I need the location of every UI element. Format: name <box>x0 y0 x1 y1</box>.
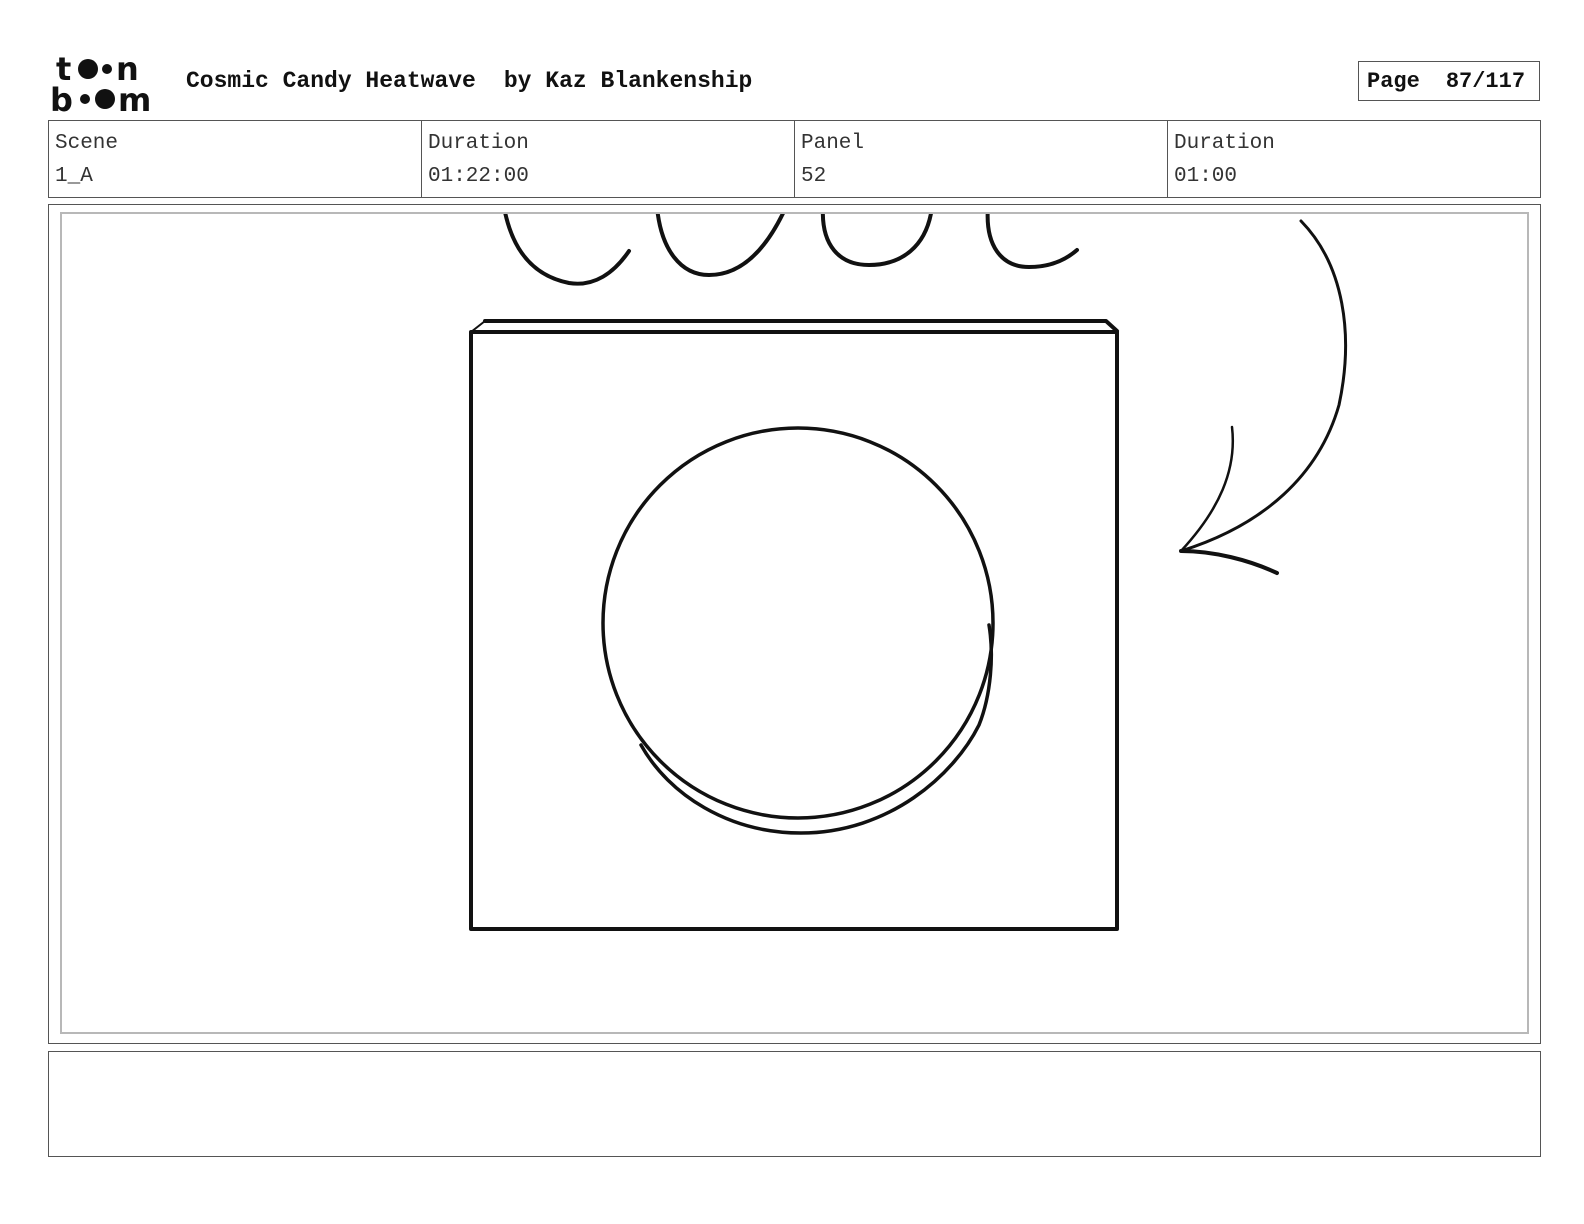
panel-cell: Panel 52 <box>794 121 1167 197</box>
sketch-finger-3 <box>820 214 933 267</box>
panel-sketch <box>469 214 1348 931</box>
panel-duration-value: 01:00 <box>1174 165 1238 188</box>
page-indicator: Page 87/117 <box>1358 61 1540 101</box>
sketch-box <box>469 330 1119 931</box>
scene-value: 1_A <box>55 165 93 188</box>
scene-label: Scene <box>55 132 119 155</box>
document-title: Cosmic Candy Heatwave by Kaz Blankenship <box>186 66 752 96</box>
scene-duration-cell: Duration 01:22:00 <box>421 121 794 197</box>
toonboom-logo: t n b m <box>50 50 151 114</box>
author-name: by Kaz Blankenship <box>503 68 753 94</box>
page-label: Page <box>1367 68 1420 94</box>
sketch-box-top-back <box>483 319 1119 333</box>
panel-label: Panel <box>801 132 865 155</box>
sketch-arrow-head-bottom <box>1179 549 1279 575</box>
sketch-finger-2 <box>655 214 785 277</box>
project-title: Cosmic Candy Heatwave <box>186 68 476 94</box>
sketch-circle-shadow <box>639 623 994 835</box>
panel-duration-label: Duration <box>1174 132 1275 155</box>
sketch-arrow-curve <box>1179 219 1348 553</box>
panel-drawing-area <box>60 212 1529 1034</box>
svg-text:b: b <box>50 81 73 114</box>
panel-info-table: Scene 1_A Duration 01:22:00 Panel 52 Dur… <box>48 120 1541 198</box>
page-number: 87/117 <box>1445 68 1526 94</box>
svg-text:m: m <box>118 81 151 114</box>
sketch-finger-1 <box>503 214 631 286</box>
scene-duration-label: Duration <box>428 132 529 155</box>
panel-duration-cell: Duration 01:00 <box>1167 121 1540 197</box>
sketch-finger-4 <box>985 214 1079 269</box>
scene-cell: Scene 1_A <box>49 121 421 197</box>
panel-notes-box <box>48 1051 1541 1157</box>
sketch-circle <box>601 426 995 820</box>
scene-duration-value: 01:22:00 <box>428 165 529 188</box>
panel-value: 52 <box>801 165 827 188</box>
storyboard-panel <box>48 204 1541 1044</box>
